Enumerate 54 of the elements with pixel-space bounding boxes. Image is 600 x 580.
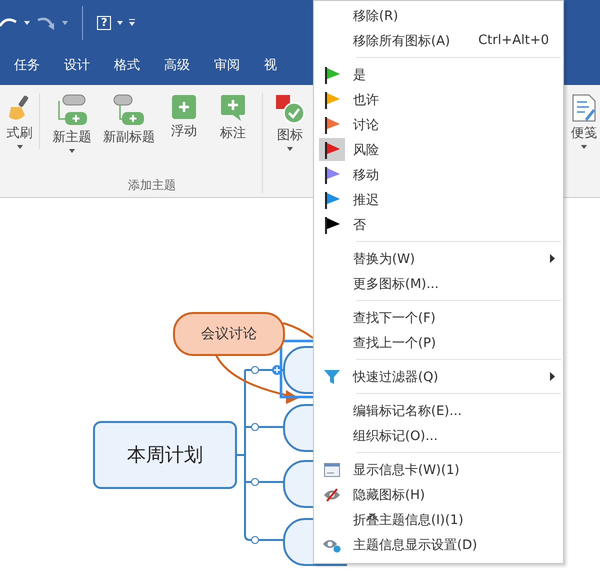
menu-item[interactable]: 讨论: [314, 112, 563, 137]
ribbon-button[interactable]: 便笺: [568, 93, 600, 149]
menu-item[interactable]: 显示信息卡(W)(1): [314, 457, 563, 482]
hidden-eye-icon: [323, 488, 341, 502]
caret-icon[interactable]: [117, 20, 124, 24]
floating-topic-icon: [170, 93, 198, 121]
ribbon-tab[interactable]: 格式: [114, 56, 140, 74]
filter-icon: [324, 368, 340, 384]
menu-item[interactable]: 查找上一个(P): [314, 330, 563, 355]
menu-item[interactable]: 推迟: [314, 187, 563, 212]
ribbon-button[interactable]: 图标: [275, 93, 305, 151]
card-icon: [324, 462, 340, 476]
caret-icon[interactable]: [24, 20, 30, 24]
ribbon-tab[interactable]: 设计: [64, 56, 90, 74]
menu-item[interactable]: 移除(R): [314, 3, 563, 28]
node-handle: [251, 366, 259, 374]
ribbon-tab[interactable]: 任务: [14, 56, 40, 74]
customize-icon[interactable]: [129, 19, 136, 26]
menu-item[interactable]: 更多图标(M)...: [314, 271, 563, 296]
node-handle: [251, 423, 259, 431]
menu-item[interactable]: 是: [314, 62, 563, 87]
new-subtopic-icon: [112, 93, 146, 127]
ribbon-button[interactable]: 浮动: [164, 93, 204, 140]
menu-item[interactable]: 否: [314, 212, 563, 237]
callout-icon: [219, 93, 247, 123]
note-icon: [571, 93, 597, 123]
menu-item[interactable]: 移除所有图标(A) Ctrl+Alt+0: [314, 28, 563, 53]
callout-topic[interactable]: 会议讨论: [173, 312, 285, 356]
ribbon-button[interactable]: 式刷: [4, 93, 40, 149]
ribbon-tab[interactable]: 审阅: [214, 56, 240, 74]
menu-item[interactable]: 折叠主题信息(I)(1): [314, 507, 563, 532]
menu-item[interactable]: 主题信息显示设置(D): [314, 532, 563, 557]
menu-item[interactable]: 也许: [314, 87, 563, 112]
menu-item[interactable]: 编辑标记名称(E)...: [314, 398, 563, 423]
menu-item[interactable]: 移动: [314, 162, 563, 187]
node-handle: [251, 536, 259, 544]
central-topic[interactable]: 本周计划: [93, 421, 237, 489]
ribbon-tab[interactable]: 视: [264, 56, 277, 74]
menu-item[interactable]: 快速过滤器(Q): [314, 364, 563, 389]
menu-item[interactable]: 替换为(W): [314, 246, 563, 271]
ribbon-button[interactable]: 新副标题: [100, 93, 158, 146]
menu-item[interactable]: 风险: [314, 137, 563, 162]
ribbon-button[interactable]: 标注: [216, 93, 250, 142]
marker-icon: [274, 93, 306, 125]
node-handle: [251, 478, 259, 486]
group-label: 添加主题: [128, 177, 176, 194]
relationship-line: [282, 322, 314, 339]
ribbon-tab[interactable]: 高级: [164, 56, 190, 74]
caret-icon[interactable]: [62, 20, 68, 24]
menu-item[interactable]: 组织标记(O)...: [314, 423, 563, 448]
menu-item[interactable]: 查找下一个(F): [314, 305, 563, 330]
help-button[interactable]: ?: [97, 16, 112, 30]
ribbon-button[interactable]: 新主题: [48, 93, 96, 153]
menu-item[interactable]: 隐藏图标(H): [314, 482, 563, 507]
